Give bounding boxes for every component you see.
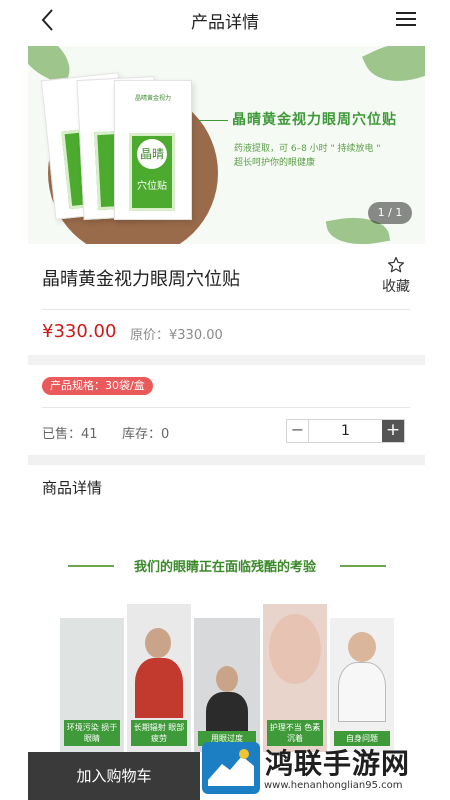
add-to-cart-button[interactable]: 加入购物车 xyxy=(28,752,200,800)
original-price: 原价：¥330.00 xyxy=(130,328,223,343)
top-nav-bar: 产品详情 xyxy=(0,0,450,40)
increase-button[interactable]: + xyxy=(382,420,404,442)
hamburger-menu-icon[interactable] xyxy=(396,12,416,28)
product-packet-image: 晶晴黄金视力 晶晴 穴位贴 xyxy=(114,80,192,220)
detail-photo: 护理不当 色素沉着 xyxy=(263,604,327,752)
divider xyxy=(42,309,410,310)
page-title: 产品详情 xyxy=(191,13,259,33)
watermark-text: 鸿联手游网 xyxy=(265,747,411,780)
favorite-button[interactable]: 收藏 xyxy=(372,256,420,296)
quantity-stepper: − 1 + xyxy=(286,419,405,443)
detail-section-title: 商品详情 xyxy=(42,479,103,497)
sold-count: 已售：41 xyxy=(42,427,98,442)
detail-photo: 环境污染 损于眼睛 xyxy=(60,618,124,752)
product-image-carousel[interactable]: 晶晴黄金视力 晶晴 穴位贴 晶晴黄金视力眼周穴位贴 药液提取，可 6–8 小时 … xyxy=(28,46,425,244)
product-name: 晶晴黄金视力眼周穴位贴 xyxy=(42,269,240,290)
headline-rule xyxy=(198,120,228,121)
section-gap xyxy=(28,355,425,365)
watermark-logo-icon xyxy=(202,742,260,794)
divider xyxy=(42,407,410,408)
section-gap xyxy=(28,455,425,465)
detail-photo: 自身问题 xyxy=(330,618,394,752)
decrease-button[interactable]: − xyxy=(287,420,309,442)
spec-badge[interactable]: 产品规格：30袋/盒 xyxy=(42,377,153,395)
packet-label: 穴位贴 xyxy=(137,181,167,192)
stock-count: 库存：0 xyxy=(122,427,170,442)
watermark-url: www.henanhonglian95.com xyxy=(264,780,403,791)
quantity-input[interactable]: 1 xyxy=(309,420,382,442)
current-price: ¥330.00 xyxy=(42,321,117,342)
packet-brand-text: 晶晴黄金视力 xyxy=(134,95,171,102)
banner-headline: 晶晴黄金视力眼周穴位贴 xyxy=(232,112,397,128)
star-icon xyxy=(387,256,405,273)
favorite-label: 收藏 xyxy=(382,279,410,295)
banner-subtext: 药液提取，可 6–8 小时 " 持续放电 " xyxy=(234,144,381,154)
banner-subtext: 超长呵护你的眼健康 xyxy=(234,158,316,168)
detail-photo: 长期辐射 眼部疲劳 xyxy=(127,604,191,752)
packet-seal: 晶晴 xyxy=(137,139,167,169)
photo-caption: 长期辐射 眼部疲劳 xyxy=(131,720,187,746)
photo-caption: 环境污染 损于眼睛 xyxy=(64,720,120,746)
carousel-pager: 1 / 1 xyxy=(368,202,412,224)
leaf-decoration xyxy=(361,46,425,97)
heading-rule xyxy=(340,565,386,567)
detail-photo: 用眼过度 xyxy=(194,618,260,752)
